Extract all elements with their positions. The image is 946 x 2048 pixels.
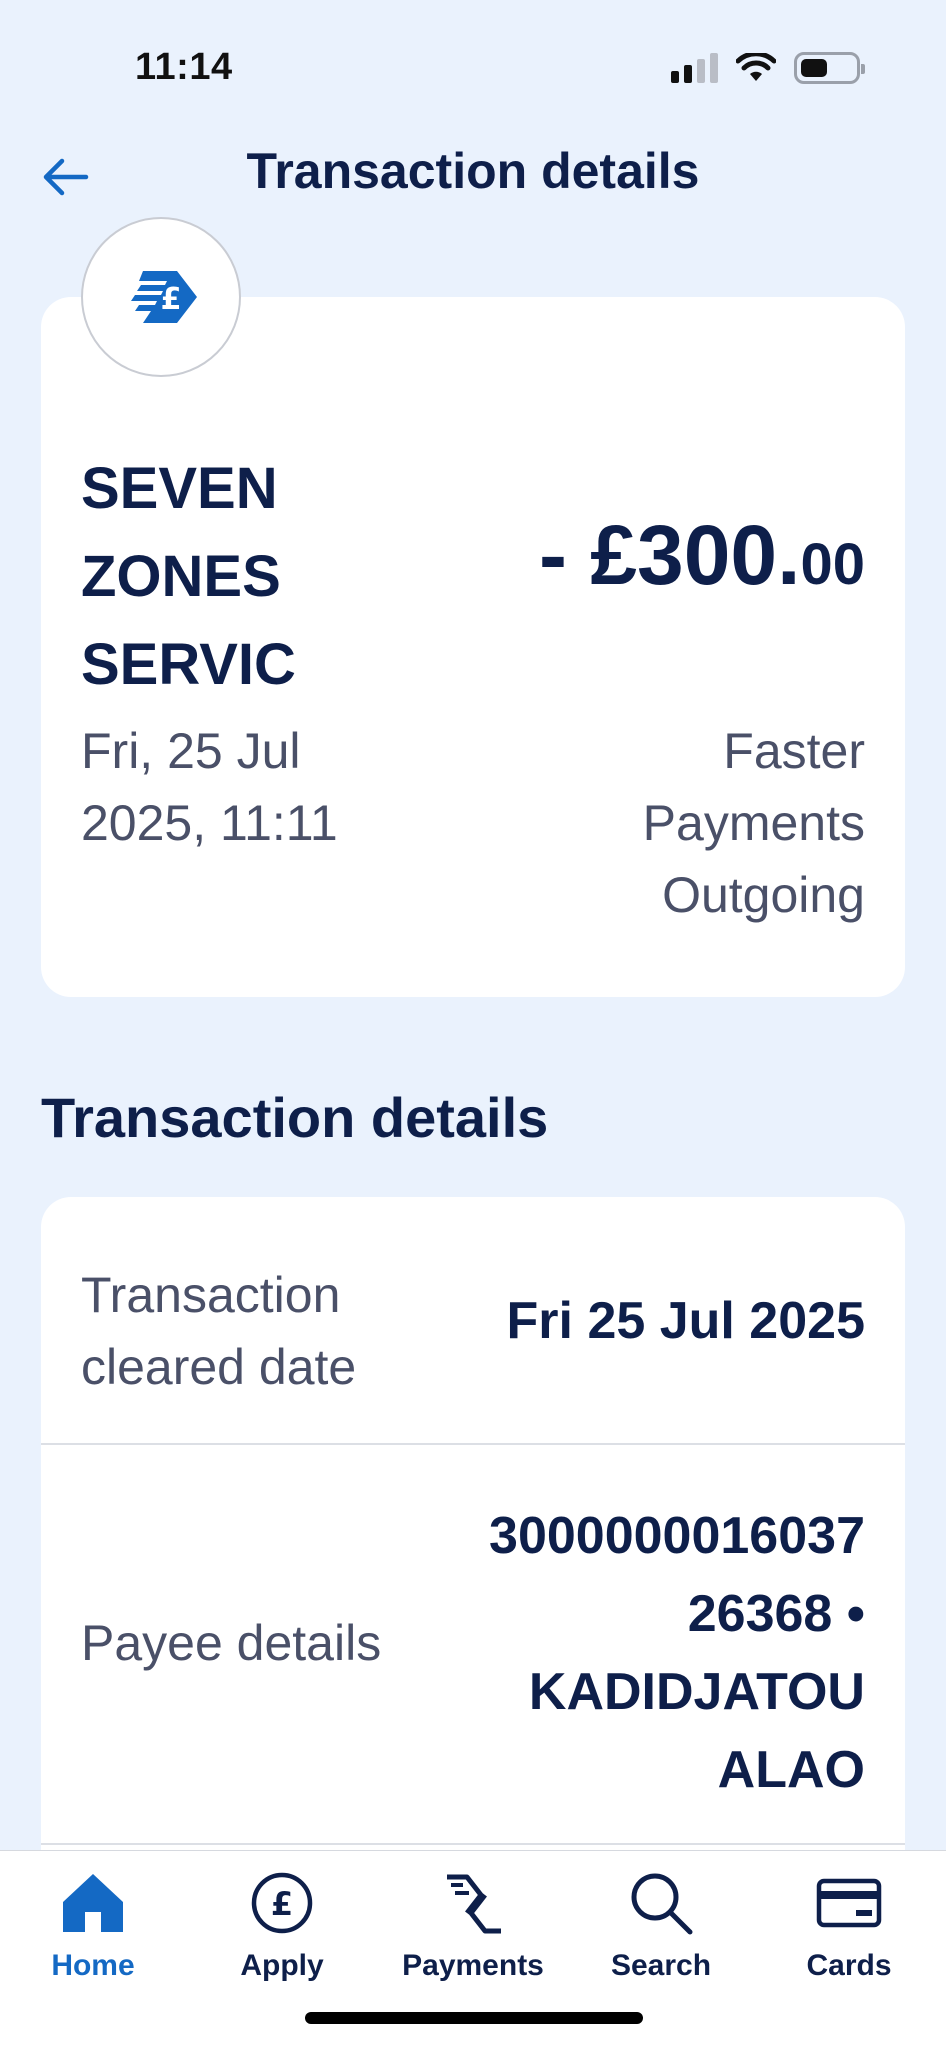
value-line: ALAO <box>717 1741 865 1799</box>
nav-item-search[interactable]: Search <box>571 1867 751 1983</box>
transaction-summary-card: SEVEN ZONES SERVIC - £300.00 Fri, 25 Jul… <box>41 297 905 997</box>
detail-value: Fri 25 Jul 2025 <box>506 1292 865 1350</box>
type-line: Outgoing <box>662 867 865 923</box>
date-line: 2025, 11:11 <box>81 795 338 851</box>
transaction-date: Fri, 25 Jul 2025, 11:11 <box>81 715 401 859</box>
faster-payment-logo: £ <box>81 217 241 377</box>
detail-row-cleared-date: Transaction cleared date Fri 25 Jul 2025 <box>41 1197 905 1445</box>
amount-sign: - £ <box>538 508 637 602</box>
svg-text:£: £ <box>271 1885 293 1923</box>
status-time: 11:14 <box>135 46 233 88</box>
merchant-name-line: SERVIC <box>81 632 296 697</box>
transaction-type: Faster Payments Outgoing <box>545 715 865 931</box>
page-title: Transaction details <box>246 143 700 199</box>
value-line: 26368 • <box>687 1585 865 1643</box>
nav-label: Cards <box>806 1949 892 1982</box>
transaction-amount: - £300.00 <box>539 507 865 604</box>
nav-label: Search <box>610 1949 712 1982</box>
home-icon <box>57 1867 129 1939</box>
nav-item-home[interactable]: Home <box>3 1867 183 1983</box>
wifi-icon <box>736 53 776 81</box>
card-icon <box>813 1867 885 1939</box>
svg-text:£: £ <box>161 282 182 317</box>
value-line: KADIDJATOU <box>528 1663 865 1721</box>
status-bar: 11:14 <box>0 0 946 130</box>
nav-item-cards[interactable]: Cards <box>759 1867 939 1983</box>
value-line: 3000000016037 <box>489 1507 865 1565</box>
status-icons <box>671 52 865 84</box>
merchant-name-line: ZONES <box>81 544 281 609</box>
amount-pence: 00 <box>800 532 865 597</box>
faster-payment-icon: £ <box>131 271 197 323</box>
search-icon <box>625 1867 697 1939</box>
type-line: Payments <box>642 795 865 851</box>
nav-label: Payments <box>402 1949 544 1982</box>
section-title: Transaction details <box>41 1086 549 1149</box>
nav-item-payments[interactable]: Payments <box>383 1867 563 1983</box>
battery-icon <box>794 52 865 84</box>
nav-item-apply[interactable]: £ Apply <box>192 1867 372 1983</box>
pound-circle-icon: £ <box>246 1867 318 1939</box>
detail-label: Payee details <box>81 1615 382 1671</box>
detail-row-payee: Payee details 3000000016037 26368 • KADI… <box>41 1445 905 1845</box>
amount-whole: 300. <box>636 508 801 602</box>
nav-label: Apply <box>240 1949 324 1982</box>
cellular-signal-icon <box>671 53 718 83</box>
detail-value: 3000000016037 26368 • KADIDJATOU ALAO <box>405 1497 865 1809</box>
merchant-name-line: SEVEN <box>81 456 278 521</box>
date-line: Fri, 25 Jul <box>81 723 301 779</box>
home-indicator[interactable] <box>305 2012 643 2024</box>
type-line: Faster <box>723 723 865 779</box>
nav-label: Home <box>51 1949 135 1982</box>
payments-arrows-icon <box>437 1867 509 1939</box>
merchant-name: SEVEN ZONES SERVIC <box>81 445 381 709</box>
